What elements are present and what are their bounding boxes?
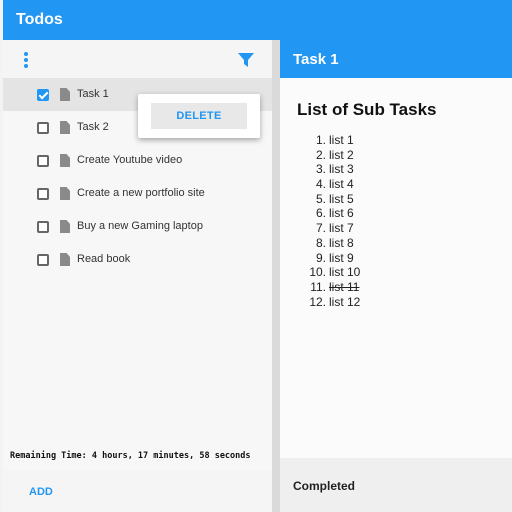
- todo-label: Read book: [77, 253, 131, 265]
- todo-checkbox[interactable]: [37, 122, 49, 134]
- todo-checkbox[interactable]: [37, 188, 49, 200]
- subtask-item: 10. list 10: [309, 265, 361, 280]
- detail-panel: Task 1 List of Sub Tasks 1. list 1 2. list…: [280, 40, 512, 512]
- todo-toolbar: [3, 40, 272, 78]
- todo-checkbox[interactable]: [37, 221, 49, 233]
- todo-checkbox[interactable]: [37, 254, 49, 266]
- completed-label: Completed: [293, 479, 356, 493]
- delete-button[interactable]: DELETE: [151, 103, 247, 129]
- filter-icon[interactable]: [238, 53, 254, 67]
- panel-divider[interactable]: [272, 40, 280, 512]
- subtask-item: 1. list 1: [315, 133, 354, 147]
- app-bar: Todos: [3, 0, 512, 40]
- todo-item[interactable]: Buy a new Gaming laptop: [3, 210, 272, 243]
- context-menu: DELETE: [138, 94, 260, 138]
- todo-item[interactable]: Create Youtube video: [3, 144, 272, 177]
- subtask-item: 12. list 12: [309, 294, 361, 309]
- todo-label: Create Youtube video: [77, 154, 183, 166]
- document-icon: [60, 121, 70, 134]
- subtask-item: 7. list 7: [315, 221, 354, 236]
- todo-item[interactable]: Create a new portfolio site: [3, 177, 272, 210]
- todo-footer: ADD: [3, 470, 272, 512]
- subtask-item: 4. list 4: [315, 177, 354, 192]
- todo-checkbox[interactable]: [37, 155, 49, 167]
- subtasks-heading: List of Sub Tasks: [297, 100, 437, 119]
- document-icon: [60, 88, 70, 101]
- subtask-item: 11. list 11: [310, 279, 360, 294]
- app-title: Todos: [16, 11, 63, 28]
- document-icon: [60, 187, 70, 200]
- todo-label: Create a new portfolio site: [77, 187, 205, 199]
- todo-checkbox[interactable]: [37, 89, 49, 101]
- document-icon: [60, 253, 70, 266]
- subtask-item: 5. list 5: [315, 191, 354, 206]
- subtask-item: 2. list 2: [315, 147, 354, 162]
- subtask-item: 8. list 8: [315, 235, 354, 250]
- detail-header: Task 1: [280, 40, 512, 78]
- subtask-item: 9. list 9: [315, 250, 354, 265]
- document-icon: [60, 154, 70, 167]
- todo-app: Todos Task 1 Task 2 Create Youtube video…: [0, 0, 512, 512]
- document-icon: [60, 220, 70, 233]
- remaining-time: Remaining Time: 4 hours, 17 minutes, 58 …: [10, 451, 251, 461]
- add-button[interactable]: ADD: [29, 486, 53, 498]
- todo-label: Buy a new Gaming laptop: [77, 220, 203, 232]
- todo-item[interactable]: Read book: [3, 243, 272, 276]
- subtask-list: 1. list 1 2. list 2 3. list 3 4. list 4 5. li…: [296, 133, 360, 309]
- todo-label: Task 2: [77, 121, 109, 133]
- detail-footer: Completed: [280, 458, 512, 512]
- todo-label: Task 1: [77, 88, 109, 100]
- subtask-item: 6. list 6: [315, 206, 354, 221]
- kebab-menu-icon[interactable]: [24, 52, 30, 68]
- detail-title: Task 1: [293, 51, 339, 68]
- subtask-item: 3. list 3: [315, 162, 354, 177]
